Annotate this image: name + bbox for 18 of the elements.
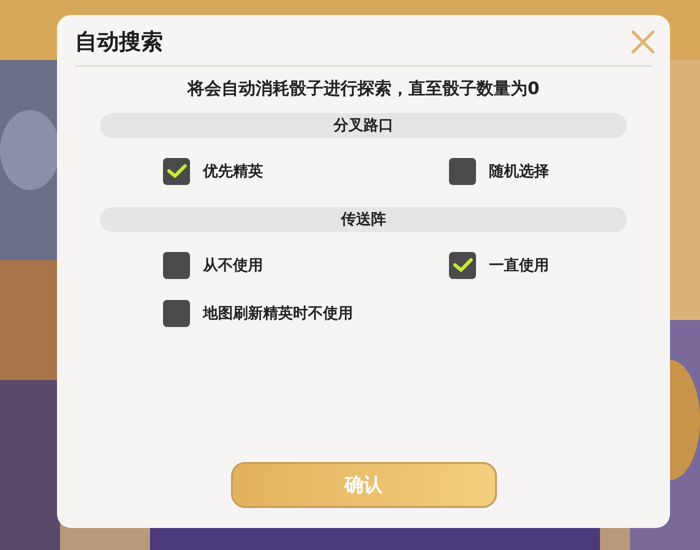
close-icon bbox=[630, 29, 656, 55]
checkbox[interactable] bbox=[449, 158, 476, 184]
checkbox[interactable] bbox=[163, 300, 190, 326]
checkbox[interactable] bbox=[449, 252, 476, 278]
checkbox[interactable] bbox=[163, 158, 190, 184]
dialog-title: 自动搜索 bbox=[75, 28, 163, 56]
option-label: 一直使用 bbox=[489, 254, 549, 276]
option-label: 随机选择 bbox=[489, 160, 549, 182]
confirm-button[interactable]: 确认 bbox=[230, 462, 496, 508]
checkbox[interactable] bbox=[163, 252, 190, 278]
checkmark-icon bbox=[452, 257, 472, 273]
section-header: 传送阵 bbox=[100, 206, 627, 232]
checkmark-icon bbox=[166, 163, 186, 179]
description-text: 将会自动消耗骰子进行探索，直至骰子数量为0 bbox=[186, 78, 540, 101]
option-label: 从不使用 bbox=[203, 254, 263, 276]
option-label: 优先精英 bbox=[203, 160, 263, 182]
section-header: 分叉路口 bbox=[100, 112, 627, 138]
option-label: 地图刷新精英时不使用 bbox=[203, 302, 353, 324]
